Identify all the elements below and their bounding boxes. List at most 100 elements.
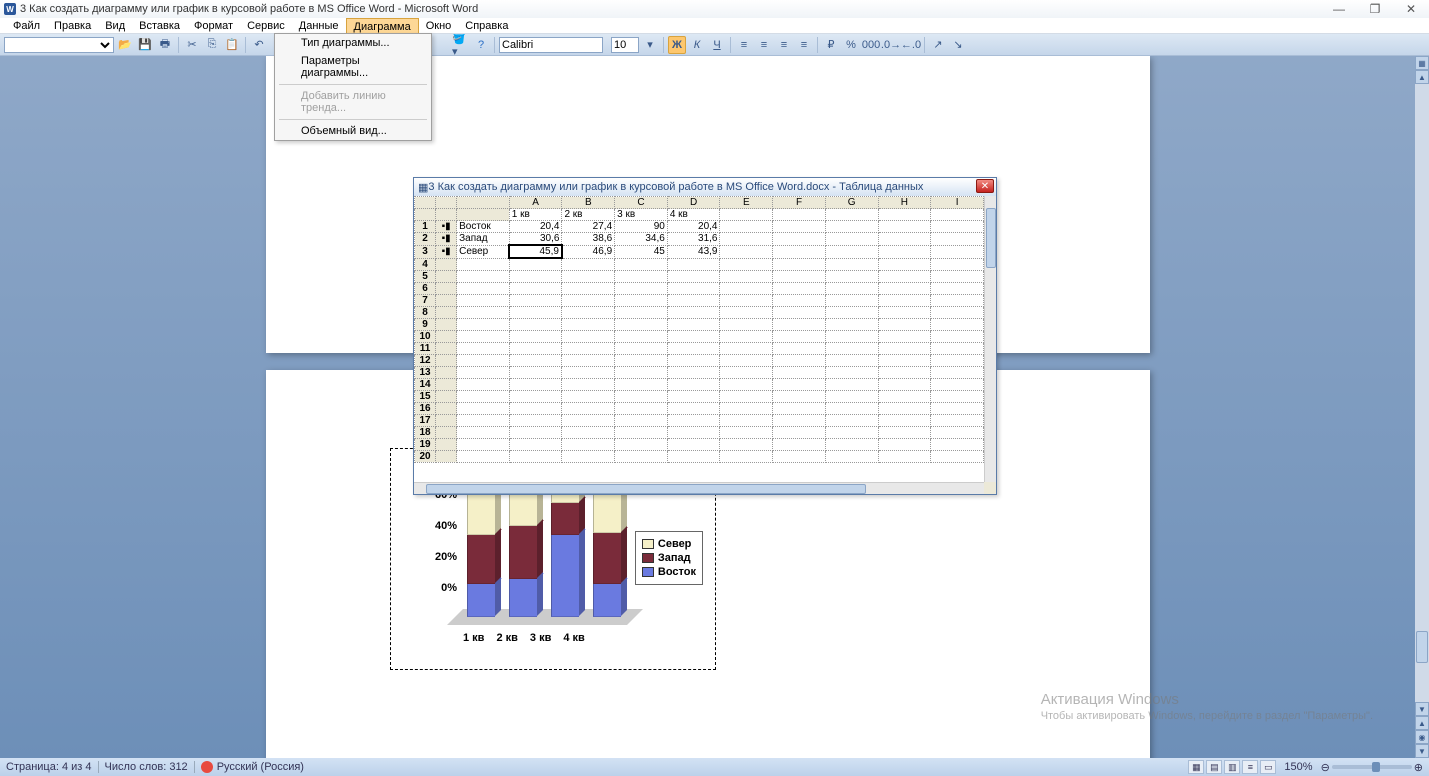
data-cell[interactable] (509, 330, 562, 342)
align-left-icon[interactable]: ≡ (735, 36, 753, 54)
data-cell[interactable] (931, 258, 984, 270)
view-fullscreen-icon[interactable]: ▤ (1206, 760, 1222, 774)
data-cell[interactable] (667, 318, 720, 330)
datasheet-window[interactable]: ▦ 3 Как создать диаграмму или график в к… (413, 177, 997, 495)
data-cell[interactable] (825, 366, 878, 378)
data-cell[interactable] (509, 342, 562, 354)
percent-icon[interactable]: % (842, 36, 860, 54)
data-cell[interactable] (773, 426, 826, 438)
angle-text-icon[interactable]: ↗ (929, 36, 947, 54)
data-cell[interactable] (878, 330, 931, 342)
data-cell[interactable] (509, 306, 562, 318)
font-selector[interactable] (499, 37, 603, 53)
data-cell[interactable]: 45 (615, 245, 668, 258)
data-cell[interactable] (825, 450, 878, 462)
data-cell[interactable] (931, 330, 984, 342)
data-cell[interactable] (509, 402, 562, 414)
view-web-icon[interactable]: ▥ (1224, 760, 1240, 774)
data-cell[interactable] (878, 294, 931, 306)
data-cell[interactable] (773, 450, 826, 462)
data-cell[interactable] (562, 450, 615, 462)
next-page-icon[interactable]: ▼ (1415, 744, 1429, 758)
zoom-slider-knob[interactable] (1372, 762, 1380, 772)
data-cell[interactable] (667, 378, 720, 390)
datasheet-vscrollbar[interactable] (984, 196, 996, 482)
data-cell[interactable] (615, 270, 668, 282)
ruler-toggle-icon[interactable]: ▦ (1415, 56, 1429, 70)
data-cell[interactable] (615, 450, 668, 462)
data-cell[interactable] (720, 306, 773, 318)
data-cell[interactable] (562, 402, 615, 414)
data-cell[interactable] (931, 306, 984, 318)
data-cell[interactable] (562, 330, 615, 342)
data-cell[interactable] (667, 282, 720, 294)
menu-item-файл[interactable]: Файл (6, 18, 47, 34)
datasheet-titlebar[interactable]: ▦ 3 Как создать диаграмму или график в к… (414, 178, 996, 196)
data-cell[interactable] (667, 258, 720, 270)
data-cell[interactable] (878, 426, 931, 438)
data-cell[interactable] (773, 306, 826, 318)
copy-icon[interactable]: ⎘ (203, 36, 221, 54)
data-cell[interactable] (562, 354, 615, 366)
currency-icon[interactable]: ₽ (822, 36, 840, 54)
data-cell[interactable] (562, 414, 615, 426)
spellcheck-icon[interactable] (201, 761, 213, 773)
data-cell[interactable] (878, 258, 931, 270)
data-cell[interactable] (825, 402, 878, 414)
dropdown-item[interactable]: Объемный вид... (275, 122, 431, 140)
data-cell[interactable] (562, 390, 615, 402)
object-selector[interactable] (4, 37, 114, 53)
data-cell[interactable] (615, 306, 668, 318)
angle-text2-icon[interactable]: ↘ (949, 36, 967, 54)
data-cell[interactable] (720, 450, 773, 462)
status-page[interactable]: Страница: 4 из 4 (6, 761, 92, 773)
dropdown-item[interactable]: Параметры диаграммы... (275, 52, 431, 82)
data-cell[interactable] (509, 282, 562, 294)
data-cell[interactable] (773, 294, 826, 306)
minimize-button[interactable]: — (1321, 0, 1357, 18)
data-cell[interactable]: 45,9 (509, 245, 562, 258)
data-cell[interactable] (720, 270, 773, 282)
data-cell[interactable] (509, 450, 562, 462)
data-cell[interactable] (720, 378, 773, 390)
zoom-out-button[interactable]: ⊖ (1321, 761, 1330, 774)
data-cell[interactable] (615, 378, 668, 390)
scroll-up-icon[interactable]: ▲ (1415, 70, 1429, 84)
data-cell[interactable] (931, 318, 984, 330)
data-cell[interactable]: 38,6 (562, 233, 615, 246)
data-cell[interactable] (720, 366, 773, 378)
data-cell[interactable] (931, 414, 984, 426)
data-cell[interactable] (667, 426, 720, 438)
data-cell[interactable] (773, 330, 826, 342)
data-cell[interactable] (667, 294, 720, 306)
data-cell[interactable] (615, 414, 668, 426)
open-icon[interactable]: 📂 (116, 36, 134, 54)
data-cell[interactable] (878, 438, 931, 450)
data-cell[interactable] (825, 258, 878, 270)
data-cell[interactable] (509, 366, 562, 378)
data-cell[interactable] (509, 294, 562, 306)
data-cell[interactable] (720, 330, 773, 342)
data-cell[interactable] (615, 282, 668, 294)
data-cell[interactable] (562, 258, 615, 270)
data-cell[interactable] (773, 402, 826, 414)
underline-button[interactable]: Ч (708, 36, 726, 54)
data-cell[interactable] (773, 414, 826, 426)
data-cell[interactable] (773, 438, 826, 450)
data-cell[interactable] (615, 402, 668, 414)
data-cell[interactable] (878, 342, 931, 354)
menu-item-сервис[interactable]: Сервис (240, 18, 292, 34)
data-cell[interactable] (667, 450, 720, 462)
data-cell[interactable] (667, 366, 720, 378)
data-cell[interactable] (825, 426, 878, 438)
cut-icon[interactable]: ✂ (183, 36, 201, 54)
data-cell[interactable] (773, 342, 826, 354)
data-cell[interactable] (667, 402, 720, 414)
scrollbar-thumb[interactable] (986, 208, 996, 268)
data-cell[interactable] (825, 270, 878, 282)
data-cell[interactable] (509, 426, 562, 438)
data-cell[interactable] (509, 318, 562, 330)
data-cell[interactable] (773, 282, 826, 294)
menu-item-окно[interactable]: Окно (419, 18, 459, 34)
data-cell[interactable] (562, 306, 615, 318)
